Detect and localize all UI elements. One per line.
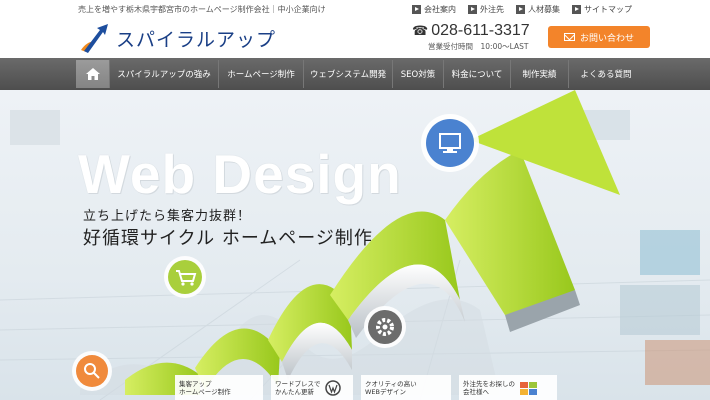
arrow-right-icon <box>516 5 525 14</box>
feature-wordpress[interactable]: ワードプレスで かんたん更新 <box>271 375 353 400</box>
top-link-company[interactable]: 会社案内 <box>412 4 456 15</box>
nav-home[interactable] <box>76 60 109 88</box>
contact-button-label: お問い合わせ <box>579 33 634 44</box>
arrow-right-icon <box>412 5 421 14</box>
nav-item-seo[interactable]: SEO対策 <box>392 60 443 88</box>
global-nav: スパイラルアップの強み ホームページ制作 ウェブシステム開発 SEO対策 料金に… <box>0 58 710 90</box>
feature-line: 外注先をお探しの <box>463 379 515 388</box>
hero-catch-line2: 好循環サイクル ホームページ制作 <box>83 228 373 249</box>
feature-line: クオリティの高い <box>365 379 417 388</box>
nav-item-web-system[interactable]: ウェブシステム開発 <box>303 60 392 88</box>
phone-number[interactable]: 028-611-3317 <box>431 22 529 40</box>
nav-item-strengths[interactable]: スパイラルアップの強み <box>109 60 218 88</box>
top-links: 会社案内 外注先 人材募集 サイトマップ <box>412 4 632 15</box>
feature-line: ホームページ制作 <box>179 387 231 396</box>
feature-outsource[interactable]: 外注先をお探しの 会社様へ <box>459 375 557 400</box>
top-link-label: 外注先 <box>480 5 504 14</box>
contact-button[interactable]: お問い合わせ <box>548 26 650 48</box>
home-icon <box>85 68 100 80</box>
top-link-label: 会社案内 <box>424 5 456 14</box>
feature-line: 会社様へ <box>463 387 489 396</box>
nav-item-web-production[interactable]: ホームページ制作 <box>218 60 303 88</box>
site-tagline: 売上を増やす栃木県宇都宮市のホームページ制作会社｜中小企業向け <box>78 5 326 14</box>
hero-feature-links: 集客アップ ホームページ制作 ワードプレスで かんたん更新 クオリティの高い W… <box>175 375 557 400</box>
business-hours: 営業受付時間 10:00～LAST <box>428 42 529 51</box>
arrow-right-icon <box>468 5 477 14</box>
top-link-label: 人材募集 <box>528 5 560 14</box>
hero-big-text: Web Design <box>78 143 402 205</box>
nav-item-pricing[interactable]: 料金について <box>443 60 510 88</box>
hero-catch-line1: 立ち上げたら集客力抜群！ <box>83 209 252 224</box>
logo-text: スパイラルアップ <box>116 28 277 51</box>
feature-web-production[interactable]: 集客アップ ホームページ制作 <box>175 375 263 400</box>
top-link-label: サイトマップ <box>584 5 632 14</box>
feature-line: 集客アップ <box>179 379 212 388</box>
puzzle-icon <box>520 381 537 395</box>
site-header: 売上を増やす栃木県宇都宮市のホームページ制作会社｜中小企業向け スパイラルアップ… <box>0 0 710 58</box>
top-link-outsource[interactable]: 外注先 <box>468 4 504 15</box>
phone-icon: ☎ <box>412 23 429 39</box>
feature-line: かんたん更新 <box>275 387 314 396</box>
feature-line: WEBデザイン <box>365 387 406 396</box>
phone-block: ☎ 028-611-3317 営業受付時間 10:00～LAST <box>412 22 552 52</box>
nav-item-works[interactable]: 制作実績 <box>510 60 568 88</box>
site-logo[interactable]: スパイラルアップ <box>78 20 276 56</box>
nav-item-faq[interactable]: よくある質問 <box>568 60 643 88</box>
hero-banner: Web Design 立ち上げたら集客力抜群！ 好循環サイクル ホームページ制作 <box>0 90 710 400</box>
logo-arrow-icon <box>81 24 108 53</box>
wordpress-icon <box>324 379 341 396</box>
feature-web-design[interactable]: クオリティの高い WEBデザイン <box>361 375 451 400</box>
mail-icon <box>563 33 575 41</box>
top-link-recruit[interactable]: 人材募集 <box>516 4 560 15</box>
top-link-sitemap[interactable]: サイトマップ <box>572 4 632 15</box>
arrow-right-icon <box>572 5 581 14</box>
feature-line: ワードプレスで <box>275 379 321 388</box>
